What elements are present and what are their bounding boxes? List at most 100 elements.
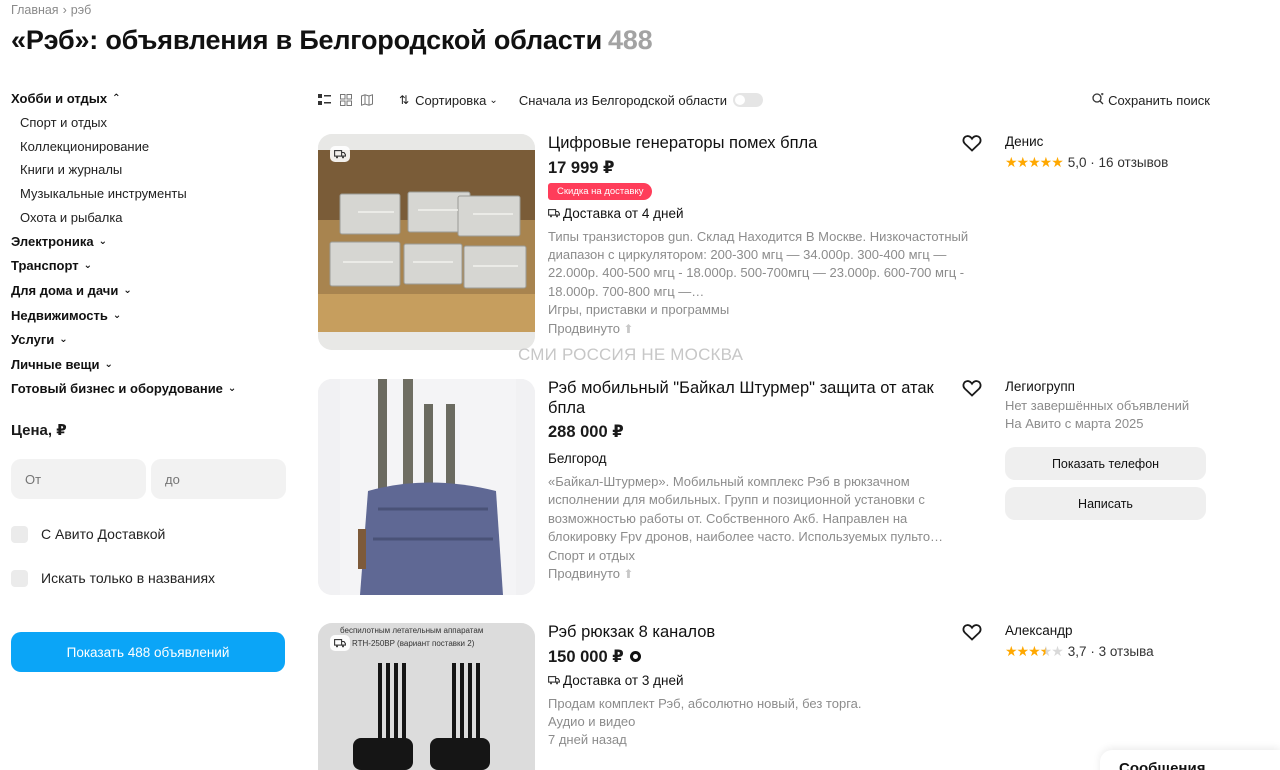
delivery-info: Доставка от 4 дней bbox=[548, 206, 958, 221]
listing-description: «Байкал-Штурмер». Мобильный комплекс Рэб… bbox=[548, 474, 944, 545]
breadcrumb-separator: › bbox=[62, 3, 67, 17]
avito-delivery-checkbox[interactable]: С Авито Доставкой bbox=[11, 512, 287, 556]
delivery-info: Доставка от 3 дней bbox=[548, 673, 958, 688]
price-to-input[interactable] bbox=[151, 459, 286, 500]
listing-photo[interactable] bbox=[318, 134, 535, 350]
price-info-icon[interactable] bbox=[629, 651, 641, 662]
show-results-button[interactable]: Показать 488 объявлений bbox=[11, 632, 285, 673]
promo-text: Продвинуто bbox=[548, 320, 620, 336]
watermark-text: СМИ РОССИЯ НЕ МОСКВА bbox=[518, 345, 744, 364]
delivery-badge-icon bbox=[330, 146, 350, 162]
page-title-text: «Рэб»: объявления в Белгородской области bbox=[11, 25, 602, 55]
write-message-button[interactable]: Написать bbox=[1005, 487, 1206, 520]
seller-name[interactable]: Легиогрупп bbox=[1005, 379, 1215, 397]
rating-sep: · bbox=[1086, 154, 1099, 170]
promo-text: Продвинуто bbox=[548, 566, 620, 582]
rating-value: 3,7 bbox=[1067, 643, 1087, 659]
seller-name[interactable]: Денис bbox=[1005, 134, 1215, 152]
category-services[interactable]: Услуги ⌄ bbox=[11, 327, 287, 352]
discount-badge: Скидка на доставку bbox=[548, 182, 652, 200]
titles-only-checkbox[interactable]: Искать только в названиях bbox=[11, 556, 287, 600]
breadcrumb-current-link[interactable]: рэб bbox=[71, 3, 92, 17]
listing-photo[interactable]: беспилотным летательным аппаратам RTH-25… bbox=[318, 623, 535, 770]
listing-date: 7 дней назад bbox=[548, 732, 627, 748]
seller-no-completed: Нет завершённых объявлений bbox=[1005, 398, 1190, 413]
rating-sep: · bbox=[1086, 643, 1099, 659]
map-view-icon[interactable] bbox=[361, 94, 373, 106]
reviews-count[interactable]: 16 отзывов bbox=[1099, 155, 1169, 170]
category-label: Недвижимость bbox=[11, 307, 108, 323]
category-business[interactable]: Готовый бизнес и оборудование ⌄ bbox=[11, 377, 287, 402]
grid-view-icon[interactable] bbox=[340, 94, 352, 106]
chevron-down-icon: ⌄ bbox=[227, 383, 237, 395]
breadcrumb: Главная › рэб bbox=[11, 3, 95, 17]
listing-title[interactable]: Рэб рюкзак 8 каналов bbox=[548, 623, 958, 643]
backpack-photo-image bbox=[318, 379, 535, 595]
checkbox-label: С Авито Доставкой bbox=[41, 526, 166, 543]
arrow-up-icon: ⬆ bbox=[620, 567, 634, 582]
listing-description: Продам комплект Рэб, абсолютно новый, бе… bbox=[548, 695, 862, 711]
category-home[interactable]: Для дома и дачи ⌄ bbox=[11, 278, 287, 303]
subcategory-music[interactable]: Музыкальные инструменты bbox=[11, 182, 287, 206]
seller-info: Легиогрупп Нет завершённых объявлений На… bbox=[1005, 379, 1215, 520]
save-search-label: Сохранить поиск bbox=[1108, 92, 1210, 108]
price-range bbox=[11, 459, 287, 500]
category-realty[interactable]: Недвижимость ⌄ bbox=[11, 303, 287, 328]
jammer-photo-image: беспилотным летательным аппаратам RTH-25… bbox=[318, 623, 535, 770]
listing-title[interactable]: Рэб мобильный "Байкал Штурмер" защита от… bbox=[548, 379, 958, 418]
heart-icon[interactable] bbox=[962, 623, 982, 641]
price-value: 288 000 ₽ bbox=[548, 423, 624, 441]
seller-rating: ★★★★★ 5,0 · 16 отзывов bbox=[1005, 153, 1215, 171]
delivery-badge-icon bbox=[330, 635, 350, 651]
save-search-button[interactable]: Сохранить поиск bbox=[1092, 92, 1210, 108]
chevron-down-icon: ⌄ bbox=[489, 94, 498, 106]
show-phone-button[interactable]: Показать телефон bbox=[1005, 447, 1206, 480]
reviews-count[interactable]: 3 отзыва bbox=[1099, 644, 1154, 659]
listing-info: Цифровые генераторы помех бпла 17 999 ₽ … bbox=[548, 134, 968, 338]
subcategory-books[interactable]: Книги и журналы bbox=[11, 158, 287, 182]
list-view-icon[interactable] bbox=[318, 94, 331, 106]
listing-photo[interactable] bbox=[318, 379, 535, 595]
sort-dropdown[interactable]: ⇅ Сортировка ⌄ bbox=[399, 93, 498, 108]
sort-icon: ⇅ bbox=[399, 93, 410, 107]
listing-info: Рэб рюкзак 8 каналов 150 000 ₽ Доставка … bbox=[548, 623, 958, 750]
breadcrumb-home-link[interactable]: Главная bbox=[11, 3, 59, 17]
truck-icon bbox=[548, 208, 560, 218]
checkbox-box[interactable] bbox=[11, 569, 28, 587]
heart-icon[interactable] bbox=[962, 379, 982, 397]
checkbox-box[interactable] bbox=[11, 525, 28, 543]
region-first-toggle[interactable]: Сначала из Белгородской области bbox=[519, 93, 764, 108]
category-label: Личные вещи bbox=[11, 356, 100, 372]
promo-label: Продвинуто ⬆ bbox=[548, 565, 958, 583]
price-value: 17 999 ₽ bbox=[548, 158, 615, 177]
subcategory-collecting[interactable]: Коллекционирование bbox=[11, 134, 287, 158]
listing-price: 288 000 ₽ bbox=[548, 422, 958, 442]
listing-location: Белгород bbox=[548, 451, 607, 466]
chevron-down-icon: ⌄ bbox=[83, 260, 93, 272]
category-transport[interactable]: Транспорт ⌄ bbox=[11, 254, 287, 279]
promo-label: Продвинуто ⬆ bbox=[548, 320, 958, 338]
subcategory-hunting[interactable]: Охота и рыбалка bbox=[11, 205, 287, 229]
rating-value: 5,0 bbox=[1067, 154, 1087, 170]
toggle-switch[interactable] bbox=[733, 93, 764, 107]
chevron-down-icon: ⌄ bbox=[98, 235, 107, 247]
listing-category: Аудио и видео bbox=[548, 713, 636, 729]
category-label: Электроника bbox=[11, 233, 94, 249]
seller-name[interactable]: Александр bbox=[1005, 623, 1215, 641]
category-electronics[interactable]: Электроника ⌄ bbox=[11, 229, 287, 254]
messages-panel[interactable]: Сообщения bbox=[1100, 750, 1280, 770]
seller-info: Денис ★★★★★ 5,0 · 16 отзывов bbox=[1005, 134, 1215, 171]
subcategory-sport[interactable]: Спорт и отдых bbox=[11, 111, 287, 135]
listing-category: Спорт и отдых bbox=[548, 547, 635, 563]
price-from-input[interactable] bbox=[11, 459, 146, 500]
category-personal[interactable]: Личные вещи ⌄ bbox=[11, 352, 287, 377]
delivery-text: Доставка от 4 дней bbox=[563, 205, 684, 221]
device-photo-image bbox=[318, 134, 535, 350]
heart-icon[interactable] bbox=[962, 134, 982, 152]
category-label: Транспорт bbox=[11, 258, 79, 274]
seller-since: На Авито с марта 2025 bbox=[1005, 416, 1144, 431]
listing-price: 17 999 ₽ bbox=[548, 158, 958, 178]
category-hobby[interactable]: Хобби и отдых ⌃ bbox=[11, 86, 287, 111]
listing-title[interactable]: Цифровые генераторы помех бпла bbox=[548, 134, 958, 154]
price-filter-title: Цена, ₽ bbox=[11, 422, 67, 440]
